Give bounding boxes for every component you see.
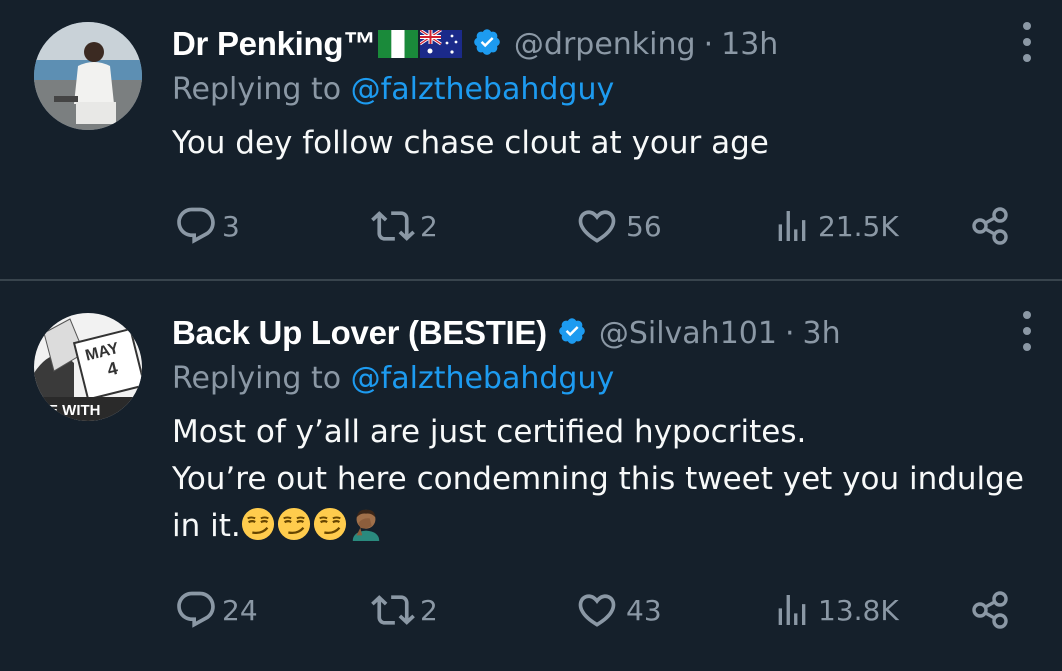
retweet-icon [368,204,418,248]
reply-button[interactable]: 3 [174,204,240,248]
display-name[interactable]: Dr Penking™ [172,25,376,63]
like-count: 56 [626,209,662,243]
more-icon[interactable] [1022,22,1032,62]
tweet-text-segment: in it. [172,508,241,544]
avatar[interactable] [34,22,142,130]
more-icon[interactable] [1022,311,1032,351]
tweet-header: Back Up Lover (BESTIE) @Silvah101 · 3h [172,311,1032,355]
reply-count: 24 [222,593,258,627]
avatar-bottom-text: E WITH [48,402,101,419]
views-button[interactable]: 13.8K [772,588,899,632]
like-button[interactable]: 56 [574,204,662,248]
share-button[interactable] [970,588,1012,632]
reply-icon [174,588,218,632]
share-button[interactable] [970,204,1012,248]
smirking-face-icon [277,507,313,544]
replying-prefix: Replying to [172,361,351,396]
smirking-face-icon [313,507,349,544]
like-button[interactable]: 43 [574,588,662,632]
action-bar: 3 2 56 21.5K [172,204,1022,248]
timestamp[interactable]: 13h [721,27,778,62]
separator: · [784,315,795,351]
retweet-count: 2 [420,593,438,627]
retweet-button[interactable]: 2 [368,588,438,632]
retweet-button[interactable]: 2 [368,204,438,248]
reply-icon [174,204,218,248]
action-bar: 24 2 43 13.8K [172,588,1022,632]
user-handle[interactable]: @drpenking [514,27,696,62]
mention-link[interactable]: @falzthebahdguy [351,72,615,107]
tweet-1[interactable]: Dr Penking™ @drpenking · 13h Replying to… [0,0,1062,279]
tweet-text-line: in it. [172,503,1032,550]
like-icon [574,204,620,248]
verified-badge-icon[interactable] [557,316,587,350]
tweet-text-line: You dey follow chase clout at your age [172,125,769,161]
replying-to: Replying to @falzthebahdguy [172,72,1032,116]
retweet-count: 2 [420,209,438,243]
share-icon [970,204,1012,248]
views-count: 21.5K [818,209,899,243]
reply-button[interactable]: 24 [174,588,258,632]
replying-prefix: Replying to [172,72,351,107]
display-name[interactable]: Back Up Lover (BESTIE) [172,314,547,352]
views-icon [772,204,812,248]
tweet-2[interactable]: MAY 4 E WITH Back Up Lover (BESTIE) @Sil… [0,281,1062,671]
smirking-face-icon [241,507,277,544]
tweet-header: Dr Penking™ @drpenking · 13h [172,22,1032,66]
views-count: 13.8K [818,593,899,627]
separator: · [703,26,714,62]
share-icon [970,588,1012,632]
avatar[interactable]: MAY 4 E WITH [34,313,142,421]
timestamp[interactable]: 3h [803,316,841,351]
australia-flag-icon [419,30,462,58]
verified-badge-icon[interactable] [472,27,502,61]
user-handle[interactable]: @Silvah101 [599,316,777,351]
like-icon [574,588,620,632]
flag-emojis [377,30,462,58]
tweet-text: Most of y’all are just certified hypocri… [172,409,1032,550]
replying-to: Replying to @falzthebahdguy [172,361,1032,405]
views-button[interactable]: 21.5K [772,204,899,248]
tweet-text: You dey follow chase clout at your age [172,120,1032,167]
like-count: 43 [626,593,662,627]
retweet-icon [368,588,418,632]
man-facepalming-icon [349,508,385,544]
reply-count: 3 [222,209,240,243]
nigeria-flag-icon [377,30,418,58]
tweet-text-line: You’re out here condemning this tweet ye… [172,461,1024,497]
tweet-text-line: Most of y’all are just certified hypocri… [172,414,807,450]
views-icon [772,588,812,632]
mention-link[interactable]: @falzthebahdguy [351,361,615,396]
